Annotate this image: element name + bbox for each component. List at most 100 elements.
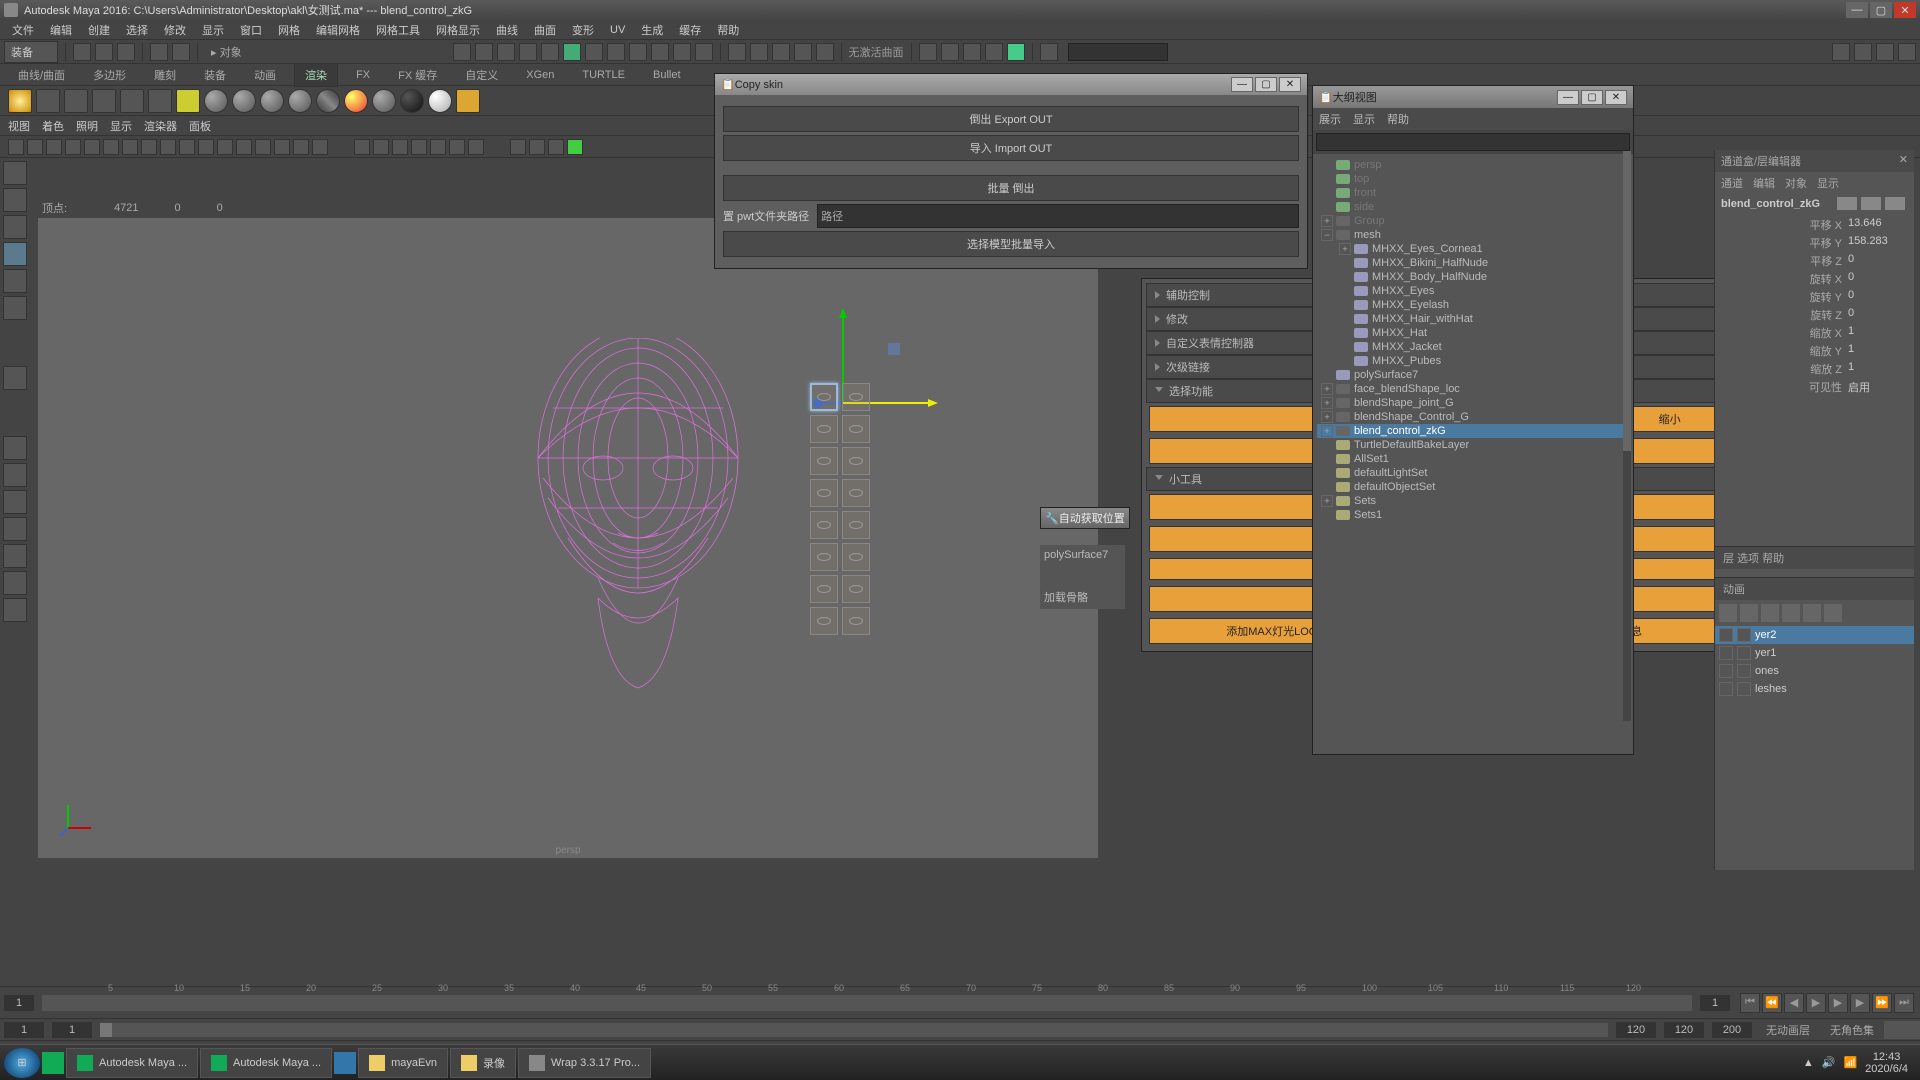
layer-btn[interactable] — [1803, 604, 1821, 622]
menu-曲线[interactable]: 曲线 — [488, 20, 526, 40]
layout-3[interactable] — [3, 490, 27, 514]
outliner-node-defaultLightSet[interactable]: defaultLightSet — [1317, 466, 1629, 480]
vp-i[interactable] — [411, 139, 427, 155]
vp-i[interactable] — [122, 139, 138, 155]
vp-i[interactable] — [354, 139, 370, 155]
vp-i[interactable] — [236, 139, 252, 155]
outliner-tree[interactable]: persp top front side+Group−mesh+MHXX_Eye… — [1313, 154, 1633, 724]
batch-import-btn[interactable]: 选择模型批量导入 — [723, 231, 1299, 257]
vol-icon[interactable] — [148, 89, 172, 113]
outliner-node-Group[interactable]: +Group — [1317, 214, 1629, 228]
menu-显示[interactable]: 显示 — [194, 20, 232, 40]
ctrl-cell[interactable] — [810, 447, 838, 475]
layer-row[interactable]: leshes — [1715, 680, 1914, 698]
ipr-icon[interactable] — [750, 43, 768, 61]
spot-icon[interactable] — [64, 89, 88, 113]
menu-修改[interactable]: 修改 — [156, 20, 194, 40]
key-btn[interactable] — [1884, 1021, 1902, 1039]
undo-icon[interactable] — [150, 43, 168, 61]
tab-动画[interactable]: 动画 — [244, 64, 286, 86]
tab-TURTLE[interactable]: TURTLE — [572, 66, 635, 84]
play-fwd[interactable]: ▶ — [1828, 993, 1848, 1013]
tool-icon4[interactable] — [651, 43, 669, 61]
menu-变形[interactable]: 变形 — [564, 20, 602, 40]
dialog-max[interactable]: ▢ — [1255, 77, 1277, 92]
ctrl-cell[interactable] — [842, 511, 870, 539]
attr-row[interactable]: 缩放 Y1 — [1715, 342, 1914, 360]
ctrl-cell[interactable] — [842, 575, 870, 603]
env-icon[interactable] — [120, 89, 144, 113]
tab-多边形[interactable]: 多边形 — [83, 64, 136, 86]
outliner-node-MHXX_Body_HalfNude[interactable]: MHXX_Body_HalfNude — [1317, 270, 1629, 284]
outliner-node-blendShape_Control_G[interactable]: +blendShape_Control_G — [1317, 410, 1629, 424]
ctrl-cell[interactable] — [842, 415, 870, 443]
outliner-node-persp[interactable]: persp — [1317, 158, 1629, 172]
vp-i[interactable] — [255, 139, 271, 155]
range-max[interactable]: 200 — [1712, 1022, 1752, 1038]
toggle-outliner-icon[interactable] — [1832, 43, 1850, 61]
yellow-icon[interactable] — [176, 89, 200, 113]
vp-i[interactable] — [430, 139, 446, 155]
playback-start[interactable]: 1 — [52, 1022, 92, 1038]
ctrl-cell[interactable] — [810, 415, 838, 443]
layout-4[interactable] — [3, 517, 27, 541]
mat-aniso[interactable] — [316, 89, 340, 113]
live-icon[interactable] — [563, 43, 581, 61]
tab-曲线/曲面[interactable]: 曲线/曲面 — [8, 64, 75, 86]
vp-i-active[interactable] — [567, 139, 583, 155]
outliner-min[interactable]: — — [1557, 90, 1579, 105]
menu-编辑网格[interactable]: 编辑网格 — [308, 20, 368, 40]
ctrl-cell[interactable] — [810, 543, 838, 571]
import-btn[interactable]: 导入 Import OUT — [723, 135, 1299, 161]
vp-i[interactable] — [373, 139, 389, 155]
mat-2[interactable] — [232, 89, 256, 113]
outliner-node-MHXX_Hair_withHat[interactable]: MHXX_Hair_withHat — [1317, 312, 1629, 326]
attr-row[interactable]: 平移 X13.646 — [1715, 216, 1914, 234]
current-frame[interactable]: 1 — [4, 995, 34, 1011]
anim-layer[interactable]: 无动画层 — [1756, 1022, 1820, 1038]
ctrl-cell[interactable] — [810, 575, 838, 603]
tab-FX 缓存[interactable]: FX 缓存 — [388, 64, 447, 86]
menu-文件[interactable]: 文件 — [4, 20, 42, 40]
menu-网格[interactable]: 网格 — [270, 20, 308, 40]
vp-i[interactable] — [293, 139, 309, 155]
vp-i[interactable] — [160, 139, 176, 155]
menu-创建[interactable]: 创建 — [80, 20, 118, 40]
tool-icon2[interactable] — [607, 43, 625, 61]
snap-view-icon[interactable] — [541, 43, 559, 61]
layer-btn[interactable] — [1782, 604, 1800, 622]
vp-menu-视图[interactable]: 视图 — [8, 118, 30, 134]
save-scene-icon[interactable] — [117, 43, 135, 61]
vp-i[interactable] — [468, 139, 484, 155]
outliner-node-face_blendShape_loc[interactable]: +face_blendShape_loc — [1317, 382, 1629, 396]
outliner-node-MHXX_Eyes[interactable]: MHXX_Eyes — [1317, 284, 1629, 298]
ctrl-cell[interactable] — [842, 479, 870, 507]
attr-row[interactable]: 平移 Y158.283 — [1715, 234, 1914, 252]
layout-1[interactable] — [3, 436, 27, 460]
toggle-channel-icon[interactable] — [1898, 43, 1916, 61]
icon-a[interactable] — [919, 43, 937, 61]
ctrl-cell[interactable] — [842, 543, 870, 571]
outliner-node-blendShape_joint_G[interactable]: +blendShape_joint_G — [1317, 396, 1629, 410]
task-maya2[interactable]: Autodesk Maya ... — [200, 1048, 332, 1078]
outliner-node-MHXX_Jacket[interactable]: MHXX_Jacket — [1317, 340, 1629, 354]
vp-menu-面板[interactable]: 面板 — [189, 118, 211, 134]
outliner-node-mesh[interactable]: −mesh — [1317, 228, 1629, 242]
attr-row[interactable]: 缩放 X1 — [1715, 324, 1914, 342]
vp-menu-显示[interactable]: 显示 — [110, 118, 132, 134]
layer-btn[interactable] — [1824, 604, 1842, 622]
channel-tab[interactable]: 显示 — [1817, 175, 1839, 191]
task-maya-icon[interactable] — [42, 1052, 64, 1074]
mat-4[interactable] — [288, 89, 312, 113]
char-set[interactable]: 无角色集 — [1820, 1022, 1884, 1038]
vp-i[interactable] — [179, 139, 195, 155]
vp-i[interactable] — [274, 139, 290, 155]
layer-btn[interactable] — [1719, 604, 1737, 622]
step-fwd-key[interactable]: ⏩ — [1872, 993, 1892, 1013]
snap-grid-icon[interactable] — [453, 43, 471, 61]
menu-网格显示[interactable]: 网格显示 — [428, 20, 488, 40]
sun-icon[interactable] — [8, 89, 32, 113]
outliner-menu-item[interactable]: 展示 — [1319, 111, 1341, 127]
tab-FX[interactable]: FX — [346, 66, 380, 84]
vp-i[interactable] — [141, 139, 157, 155]
